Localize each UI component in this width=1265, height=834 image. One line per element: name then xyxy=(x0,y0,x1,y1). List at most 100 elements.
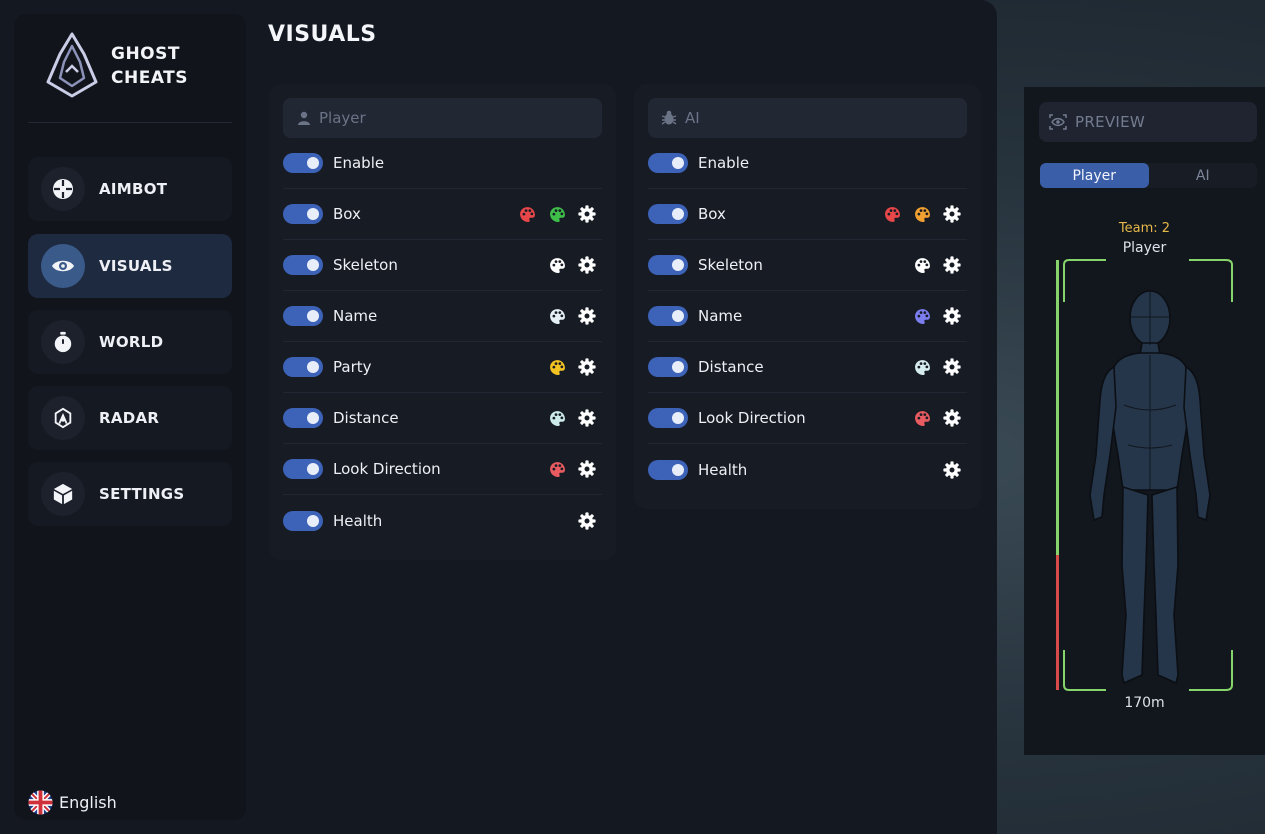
option-label: Enable xyxy=(333,154,385,172)
option-row-enable: Enable xyxy=(283,138,602,189)
option-row-enable: Enable xyxy=(648,138,967,189)
color-palette-icon[interactable] xyxy=(913,307,931,325)
toggle-switch[interactable] xyxy=(283,459,323,479)
gear-icon[interactable] xyxy=(943,205,961,223)
option-label: Skeleton xyxy=(698,256,763,274)
gear-icon[interactable] xyxy=(578,409,596,427)
player-panel: Player Enable Box Skeleton Name Party Distanc… xyxy=(269,84,616,560)
toggle-switch[interactable] xyxy=(283,153,323,173)
sidebar-item-label: WORLD xyxy=(99,333,164,351)
gear-icon[interactable] xyxy=(943,409,961,427)
color-palette-icon[interactable] xyxy=(518,205,536,223)
option-actions xyxy=(548,291,596,341)
toggle-switch[interactable] xyxy=(648,306,688,326)
color-palette-icon[interactable] xyxy=(913,256,931,274)
toggle-switch[interactable] xyxy=(648,153,688,173)
gear-icon[interactable] xyxy=(943,256,961,274)
uk-flag-icon xyxy=(28,790,53,815)
sidebar-item-aimbot[interactable]: AIMBOT xyxy=(28,157,232,221)
preview-header: PREVIEW xyxy=(1039,102,1257,142)
gear-icon[interactable] xyxy=(943,358,961,376)
crosshair-icon xyxy=(41,167,85,211)
sidebar-item-settings[interactable]: SETTINGS xyxy=(28,462,232,526)
option-label: Look Direction xyxy=(698,409,806,427)
option-label: Box xyxy=(698,205,726,223)
color-palette-icon[interactable] xyxy=(548,205,566,223)
option-actions xyxy=(578,495,596,546)
toggle-switch[interactable] xyxy=(283,204,323,224)
toggle-switch[interactable] xyxy=(283,357,323,377)
color-palette-icon[interactable] xyxy=(548,358,566,376)
toggle-switch[interactable] xyxy=(283,306,323,326)
sidebar-divider xyxy=(28,122,232,123)
health-bar-low xyxy=(1056,555,1059,690)
color-palette-icon[interactable] xyxy=(548,307,566,325)
toggle-switch[interactable] xyxy=(648,357,688,377)
option-label: Look Direction xyxy=(333,460,441,478)
user-icon xyxy=(298,111,310,125)
ai-panel-title: AI xyxy=(685,109,700,127)
toggle-switch[interactable] xyxy=(283,510,323,531)
tab-ai[interactable]: AI xyxy=(1149,163,1258,188)
option-row-box: Box xyxy=(648,189,967,240)
gear-icon[interactable] xyxy=(578,511,596,530)
option-label: Name xyxy=(333,307,378,325)
toggle-switch[interactable] xyxy=(283,255,323,275)
stopwatch-icon xyxy=(41,320,85,364)
sidebar: GHOST CHEATS AIMBOT VISUALS WORLD RADAR … xyxy=(14,14,246,820)
option-actions xyxy=(913,240,961,290)
sidebar-item-radar[interactable]: RADAR xyxy=(28,386,232,450)
toggle-switch[interactable] xyxy=(648,255,688,275)
player-panel-title: Player xyxy=(319,109,366,127)
gear-icon[interactable] xyxy=(943,307,961,325)
option-row-skeleton: Skeleton xyxy=(283,240,602,291)
gear-icon[interactable] xyxy=(943,460,961,479)
option-actions xyxy=(548,240,596,290)
distance-label: 170m xyxy=(1124,695,1165,711)
preview-title: PREVIEW xyxy=(1075,113,1146,131)
preview-player-name: Player xyxy=(1122,240,1167,256)
tab-player[interactable]: Player xyxy=(1040,163,1149,188)
toggle-switch[interactable] xyxy=(648,408,688,428)
gear-icon[interactable] xyxy=(578,256,596,274)
ai-panel: AI Enable Box Skeleton Name Distance Look Dir… xyxy=(634,84,981,509)
option-actions xyxy=(913,393,961,443)
language-selector[interactable]: English xyxy=(28,790,117,815)
option-actions xyxy=(518,189,596,239)
sidebar-item-world[interactable]: WORLD xyxy=(28,310,232,374)
gear-icon[interactable] xyxy=(578,307,596,325)
color-palette-icon[interactable] xyxy=(913,358,931,376)
gear-icon[interactable] xyxy=(578,358,596,376)
option-row-health: Health xyxy=(648,444,967,495)
option-label: Health xyxy=(333,511,383,530)
option-row-party: Party xyxy=(283,342,602,393)
color-palette-icon[interactable] xyxy=(548,409,566,427)
ai-panel-header: AI xyxy=(648,98,967,138)
bug-icon xyxy=(661,110,677,125)
option-row-health: Health xyxy=(283,495,602,546)
sidebar-item-visuals[interactable]: VISUALS xyxy=(28,234,232,298)
toggle-switch[interactable] xyxy=(283,408,323,428)
option-label: Distance xyxy=(698,358,764,376)
gear-icon[interactable] xyxy=(578,205,596,223)
sidebar-item-label: VISUALS xyxy=(99,257,173,275)
toggle-switch[interactable] xyxy=(648,204,688,224)
player-options-list: Enable Box Skeleton Name Party Distance Look D… xyxy=(283,138,602,546)
gear-icon[interactable] xyxy=(578,460,596,478)
color-palette-icon[interactable] xyxy=(913,409,931,427)
color-palette-icon[interactable] xyxy=(548,256,566,274)
option-row-name: Name xyxy=(283,291,602,342)
player-panel-header: Player xyxy=(283,98,602,138)
eye-icon xyxy=(41,244,85,288)
color-palette-icon[interactable] xyxy=(913,205,931,223)
option-actions xyxy=(548,342,596,392)
color-palette-icon[interactable] xyxy=(883,205,901,223)
option-actions xyxy=(913,291,961,341)
sidebar-item-label: AIMBOT xyxy=(99,180,168,198)
preview-tabs: Player AI xyxy=(1040,163,1257,188)
option-actions xyxy=(548,393,596,443)
option-row-look-direction: Look Direction xyxy=(648,393,967,444)
toggle-switch[interactable] xyxy=(648,459,688,480)
color-palette-icon[interactable] xyxy=(548,460,566,478)
sidebar-item-label: RADAR xyxy=(99,409,160,427)
